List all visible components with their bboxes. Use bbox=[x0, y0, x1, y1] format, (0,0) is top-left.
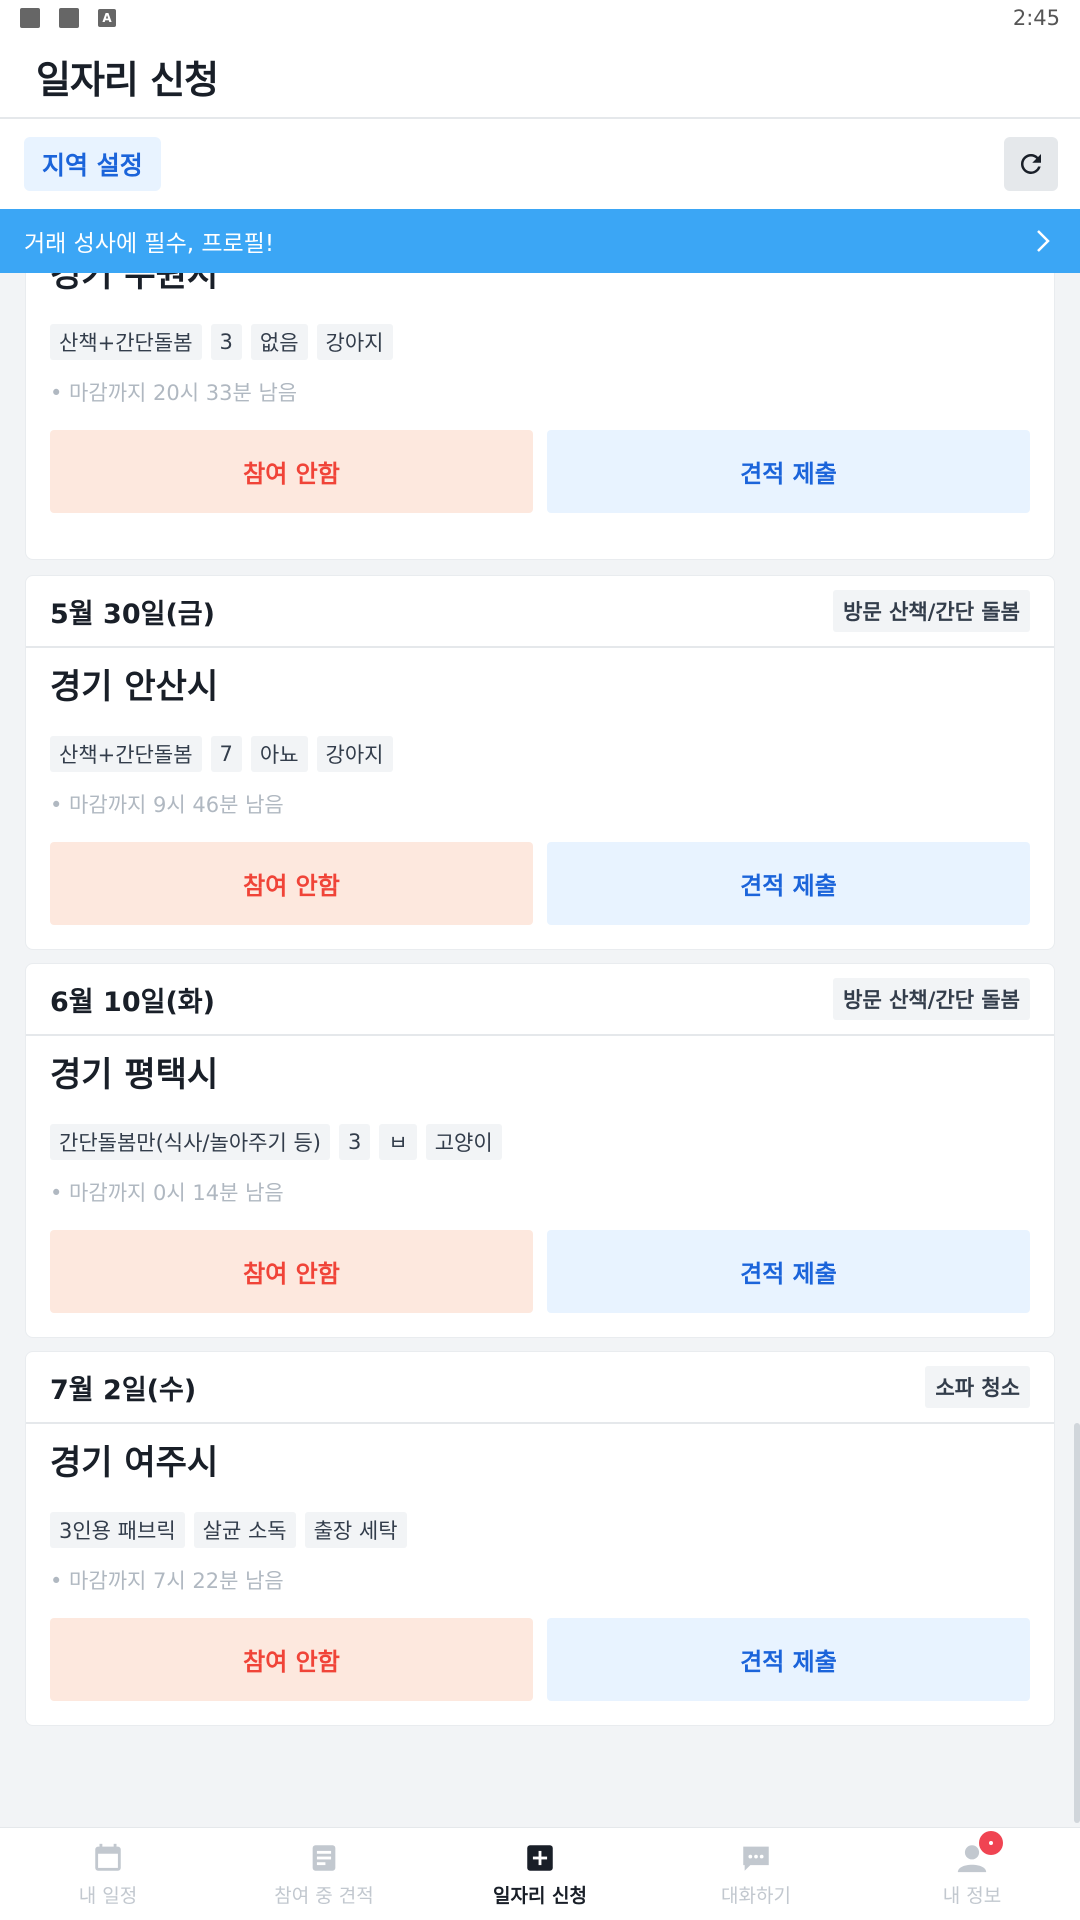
card-date: 5월 30일(금) bbox=[50, 598, 215, 630]
service-badge: 방문 산책/간단 돌봄 bbox=[833, 978, 1030, 1020]
submit-quote-button[interactable]: 견적 제출 bbox=[547, 1618, 1030, 1701]
card-header: 5월 30일(금) 방문 산책/간단 돌봄 bbox=[26, 576, 1054, 648]
tag: ㅂ bbox=[379, 1124, 417, 1160]
document-icon bbox=[312, 1844, 336, 1871]
job-list[interactable]: 경기 수원시 산책+간단돌봄 3 없음 강아지 • 마감까지 20시 33분 남… bbox=[0, 273, 1080, 1827]
nav-item-schedule[interactable]: 내 일정 bbox=[0, 1828, 216, 1920]
scrollbar[interactable] bbox=[1074, 1423, 1080, 1823]
job-card: 6월 10일(화) 방문 산책/간단 돌봄 경기 평택시 간단돌봄만(식사/놀아… bbox=[25, 963, 1055, 1338]
notification-icon bbox=[59, 8, 79, 28]
tag: 3인용 패브릭 bbox=[50, 1512, 185, 1548]
bottom-nav: 내 일정 참여 중 견적 일자리 신청 대화하기 내 정보 bbox=[0, 1827, 1080, 1920]
nav-label: 일자리 신청 bbox=[492, 1884, 587, 1907]
card-region: 경기 평택시 bbox=[50, 1054, 219, 1095]
decline-button[interactable]: 참여 안함 bbox=[50, 842, 533, 925]
banner-text: 거래 성사에 필수, 프로필! bbox=[24, 231, 275, 257]
card-date: 6월 10일(화) bbox=[50, 986, 215, 1018]
calendar-icon bbox=[95, 1843, 121, 1871]
submit-quote-button[interactable]: 견적 제출 bbox=[547, 842, 1030, 925]
job-card: 7월 2일(수) 소파 청소 경기 여주시 3인용 패브릭 살균 소독 출장 세… bbox=[25, 1351, 1055, 1726]
card-header: 6월 10일(화) 방문 산책/간단 돌봄 bbox=[26, 964, 1054, 1036]
tag-list: 산책+간단돌봄 7 아뇨 강아지 bbox=[50, 736, 1030, 772]
chevron-right-icon bbox=[1037, 230, 1050, 252]
card-region: 경기 수원시 bbox=[50, 273, 219, 295]
page-title: 일자리 신청 bbox=[36, 58, 219, 102]
tag: 산책+간단돌봄 bbox=[50, 736, 202, 772]
region-settings-button[interactable]: 지역 설정 bbox=[24, 137, 161, 191]
tag: 아뇨 bbox=[250, 736, 308, 772]
tag: 강아지 bbox=[316, 324, 393, 360]
person-icon bbox=[955, 1830, 1003, 1875]
refresh-button[interactable] bbox=[1004, 137, 1058, 191]
decline-button[interactable]: 참여 안함 bbox=[50, 1618, 533, 1701]
decline-button[interactable]: 참여 안함 bbox=[50, 430, 533, 513]
tag-list: 3인용 패브릭 살균 소독 출장 세탁 bbox=[50, 1512, 1030, 1548]
nav-item-quotes[interactable]: 참여 중 견적 bbox=[216, 1828, 432, 1920]
tag-list: 간단돌봄만(식사/놀아주기 등) 3 ㅂ 고양이 bbox=[50, 1124, 1030, 1160]
tag: 출장 세탁 bbox=[304, 1512, 407, 1548]
card-region: 경기 안산시 bbox=[50, 666, 219, 707]
plus-square-icon bbox=[527, 1844, 553, 1871]
tag: 3 bbox=[210, 324, 242, 360]
tag: 살균 소독 bbox=[193, 1512, 296, 1548]
card-region: 경기 여주시 bbox=[50, 1442, 219, 1483]
tag: 산책+간단돌봄 bbox=[50, 324, 202, 360]
job-card: 경기 수원시 산책+간단돌봄 3 없음 강아지 • 마감까지 20시 33분 남… bbox=[25, 273, 1055, 560]
tag: 고양이 bbox=[425, 1124, 502, 1160]
toolbar: 지역 설정 bbox=[0, 119, 1080, 209]
submit-quote-button[interactable]: 견적 제출 bbox=[547, 430, 1030, 513]
nav-label: 내 일정 bbox=[78, 1884, 138, 1907]
notification-badge bbox=[979, 1830, 1003, 1855]
nav-label: 대화하기 bbox=[721, 1884, 791, 1907]
decline-button[interactable]: 참여 안함 bbox=[50, 1230, 533, 1313]
profile-banner[interactable]: 거래 성사에 필수, 프로필! bbox=[0, 209, 1080, 273]
submit-quote-button[interactable]: 견적 제출 bbox=[547, 1230, 1030, 1313]
keyboard-a-icon: A bbox=[98, 9, 116, 27]
card-header: 7월 2일(수) 소파 청소 bbox=[26, 1352, 1054, 1424]
tag-list: 산책+간단돌봄 3 없음 강아지 bbox=[50, 324, 1030, 360]
status-bar: A 2:45 bbox=[0, 0, 1080, 36]
refresh-icon bbox=[1020, 153, 1041, 174]
nav-item-profile[interactable]: 내 정보 bbox=[864, 1828, 1080, 1920]
service-badge: 소파 청소 bbox=[925, 1366, 1030, 1408]
deadline-text: • 마감까지 0시 14분 남음 bbox=[50, 1181, 284, 1205]
card-date: 7월 2일(수) bbox=[50, 1374, 197, 1406]
tag: 강아지 bbox=[316, 736, 393, 772]
tag: 3 bbox=[338, 1124, 371, 1160]
nav-item-jobs[interactable]: 일자리 신청 bbox=[432, 1828, 648, 1920]
notification-icon bbox=[20, 8, 40, 28]
job-card: 5월 30일(금) 방문 산책/간단 돌봄 경기 안산시 산책+간단돌봄 7 아… bbox=[25, 575, 1055, 950]
nav-label: 내 정보 bbox=[942, 1884, 1002, 1907]
nav-label: 참여 중 견적 bbox=[274, 1884, 374, 1907]
deadline-text: • 마감까지 20시 33분 남음 bbox=[50, 381, 298, 405]
service-badge: 방문 산책/간단 돌봄 bbox=[833, 590, 1030, 632]
tag: 간단돌봄만(식사/놀아주기 등) bbox=[50, 1124, 330, 1160]
chat-icon bbox=[743, 1846, 769, 1871]
nav-item-chat[interactable]: 대화하기 bbox=[648, 1828, 864, 1920]
deadline-text: • 마감까지 9시 46분 남음 bbox=[50, 793, 284, 817]
app-header: 일자리 신청 bbox=[0, 36, 1080, 119]
status-time: 2:45 bbox=[1012, 6, 1060, 30]
tag: 7 bbox=[210, 736, 242, 772]
tag: 없음 bbox=[250, 324, 308, 360]
deadline-text: • 마감까지 7시 22분 남음 bbox=[50, 1569, 284, 1593]
